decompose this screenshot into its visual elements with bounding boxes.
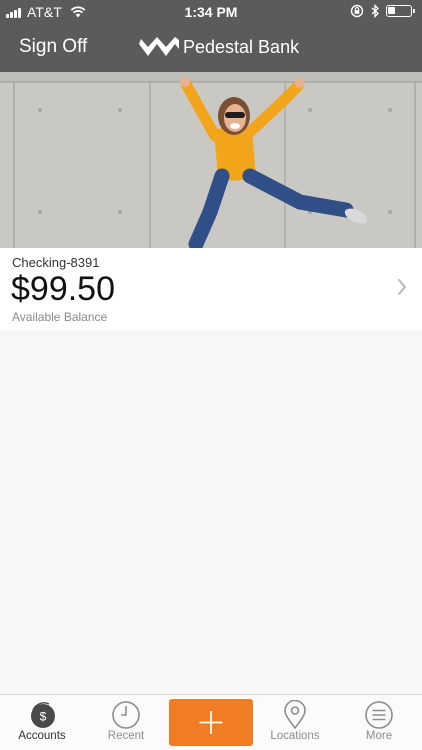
tab-recent[interactable]: Recent [84, 695, 168, 750]
status-bar: AT&T 1:34 PM [0, 0, 422, 24]
tab-locations-label: Locations [270, 730, 320, 742]
location-pin-icon [284, 700, 306, 730]
clock-icon [112, 701, 140, 729]
account-name: Checking-8391 [12, 255, 100, 270]
available-balance-label: Available Balance [12, 310, 108, 324]
hero-image [0, 72, 422, 248]
hero-illustration [0, 72, 422, 248]
plus-icon [199, 711, 223, 734]
menu-icon [365, 701, 393, 729]
tab-more[interactable]: More [337, 695, 421, 750]
account-card[interactable]: Checking-8391 $99.50 Available Balance [0, 248, 422, 330]
top-bar: AT&T 1:34 PM Sign Off Pedestal Bank [0, 0, 422, 72]
brand-logo: Pedestal Bank [138, 36, 299, 58]
tab-bar: $ Accounts Recent Locations More [0, 694, 422, 750]
sign-off-button[interactable]: Sign Off [19, 36, 87, 58]
chevron-right-icon [398, 279, 406, 295]
brand-name: Pedestal Bank [183, 36, 300, 57]
account-balance: $99.50 [11, 270, 115, 308]
rotation-lock-icon [350, 4, 364, 18]
tab-accounts[interactable]: $ Accounts [0, 695, 84, 750]
status-right [350, 4, 415, 18]
pedestal-logo-icon [139, 37, 179, 56]
tab-more-label: More [365, 730, 393, 742]
tab-recent-label: Recent [107, 730, 145, 742]
tab-accounts-label: Accounts [18, 730, 66, 742]
svg-text:$: $ [40, 710, 47, 724]
add-button[interactable] [169, 699, 253, 746]
bluetooth-icon [371, 4, 379, 18]
battery-icon [386, 5, 415, 17]
tab-locations[interactable]: Locations [253, 695, 337, 750]
dollar-circle-icon: $ [31, 702, 55, 728]
nav-bar: Sign Off Pedestal Bank [0, 24, 422, 72]
